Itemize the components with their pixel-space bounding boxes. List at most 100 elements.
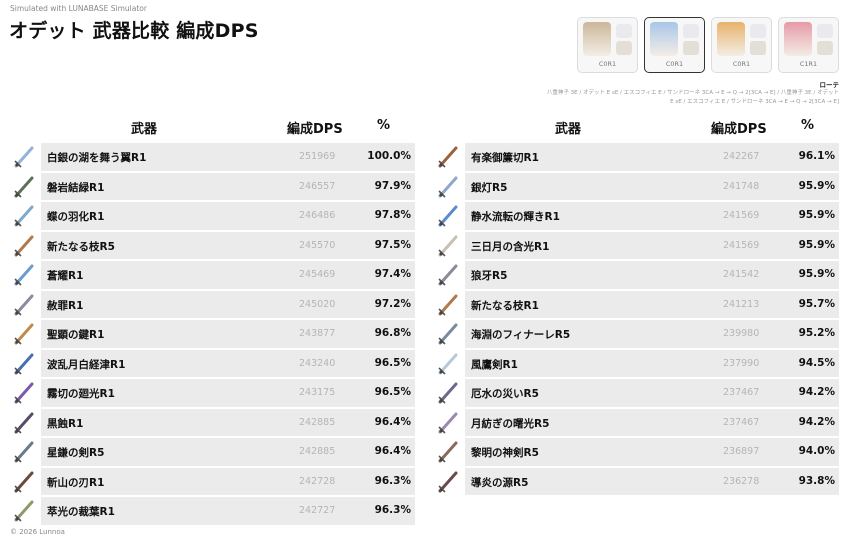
table-row: 白銀の湖を舞う翼R1 251969 100.0%	[11, 142, 415, 172]
dps-percent: 97.2%	[374, 297, 411, 310]
team-dps-value: 245020	[299, 298, 336, 310]
team-dps-value: 241748	[723, 180, 760, 192]
team-dps-value: 246557	[299, 180, 336, 192]
dps-percent: 97.8%	[374, 209, 411, 221]
team-dps-value: 237467	[723, 387, 760, 398]
weapon-name: 銀灯R5	[471, 181, 508, 194]
table-row: 蒼耀R1 245469 97.4%	[11, 260, 415, 290]
rotation-text: 八重神子 3E / オデット E sE / エスコフィエ E / サンドローネ …	[529, 89, 839, 107]
artifact-icon	[683, 41, 699, 55]
team-member-card[interactable]: C0R1	[644, 17, 705, 73]
weapon-icon	[750, 24, 766, 38]
table-body: 白銀の湖を舞う翼R1 251969 100.0% 磐岩結緑R1 246557 97.9% 蝶…	[11, 142, 415, 526]
team-dps-value: 243877	[299, 328, 336, 339]
team-dps-value: 243175	[299, 387, 336, 398]
constellation-label: C1R1	[799, 60, 818, 68]
character-portrait-icon	[784, 22, 812, 56]
dps-percent: 100.0%	[367, 150, 411, 162]
weapon-icon	[11, 174, 37, 200]
table-row: 銀灯R5 241748 95.9%	[435, 172, 839, 202]
dps-percent: 95.9%	[798, 179, 835, 192]
weapon-icon	[435, 262, 461, 288]
weapon-icon	[11, 292, 37, 318]
constellation-label: C0R1	[732, 60, 751, 68]
rotation-label: ローテ	[819, 81, 840, 89]
dps-percent: 97.9%	[374, 179, 411, 192]
table-row: 新たなる枝R1 241213 95.7%	[435, 290, 839, 320]
simulator-credit: Simulated with LUNABASE Simulator	[10, 4, 147, 13]
team-member-card[interactable]: C1R1	[778, 17, 839, 73]
weapon-icon	[435, 351, 461, 377]
table-row: 星鎌の剣R5 242885 96.4%	[11, 437, 415, 467]
table-row: 導炎の源R5 236278 93.8%	[435, 467, 839, 497]
constellation-label: C0R1	[665, 60, 684, 68]
character-portrait-icon	[717, 22, 745, 56]
dps-percent: 97.4%	[374, 268, 411, 280]
dps-percent: 94.0%	[798, 445, 835, 457]
team-dps-value: 242727	[299, 505, 336, 516]
table-row: 霧切の廻光R1 243175 96.5%	[11, 378, 415, 408]
weapon-name: 蒼耀R1	[47, 270, 84, 282]
table-row: 黎明の神剣R5 236897 94.0%	[435, 437, 839, 467]
dps-percent: 96.8%	[374, 327, 411, 339]
artifact-icon	[817, 41, 833, 55]
table-row: 斬山の刃R1 242728 96.3%	[11, 467, 415, 497]
weapon-icon	[11, 321, 37, 347]
weapon-icon	[11, 144, 37, 170]
dps-percent: 95.7%	[798, 297, 835, 310]
table-row: 赦罪R1 245020 97.2%	[11, 290, 415, 320]
team-dps-value: 236278	[723, 475, 760, 487]
weapon-icon	[11, 498, 37, 524]
weapon-name: 斬山の刃R1	[47, 476, 105, 489]
table-row: 月紡ぎの曙光R5 237467 94.2%	[435, 408, 839, 438]
weapon-name: 蝶の羽化R1	[47, 211, 105, 223]
table-row: 黒蝕R1 242885 96.4%	[11, 408, 415, 438]
team-member-card[interactable]: C0R1	[577, 17, 638, 73]
column-header-dps: 編成DPS	[287, 122, 343, 137]
weapon-name: 三日月の含光R1	[471, 240, 550, 253]
constellation-label: C0R1	[598, 60, 617, 68]
dps-percent: 96.3%	[374, 474, 411, 487]
weapon-icon	[435, 380, 461, 406]
weapon-icon	[435, 410, 461, 436]
dps-percent: 95.2%	[798, 327, 835, 339]
table-row: 蝶の羽化R1 246486 97.8%	[11, 201, 415, 231]
weapon-icon	[11, 351, 37, 377]
row-background	[465, 172, 839, 200]
column-header-percent: %	[377, 118, 391, 133]
artifact-icon	[750, 41, 766, 55]
weapon-name: 厄水の災いR5	[471, 388, 539, 400]
table-row: 海淵のフィナーレR5 239980 95.2%	[435, 319, 839, 349]
team-member-card[interactable]: C0R1	[711, 17, 772, 73]
weapon-icon	[11, 233, 37, 259]
table-header: 武器 編成DPS %	[435, 114, 839, 142]
table-row: 磐岩結緑R1 246557 97.9%	[11, 172, 415, 202]
weapon-name: 聖顕の鍵R1	[47, 329, 105, 341]
team-dps-value: 241213	[723, 298, 760, 310]
weapon-name: 導炎の源R5	[471, 476, 529, 489]
weapon-name: 新たなる枝R1	[471, 299, 539, 312]
weapon-icon	[435, 203, 461, 229]
table-row: 萃光の裁葉R1 242727 96.3%	[11, 496, 415, 526]
team-dps-value: 241542	[723, 269, 760, 280]
weapon-name: 有楽御簾切R1	[471, 152, 539, 164]
rotation-line-1: 八重神子 3E / オデット E sE / エスコフィエ E / サンドローネ …	[546, 90, 839, 96]
team-dps-value: 236897	[723, 446, 760, 457]
artifact-icon	[616, 41, 632, 55]
dps-percent: 94.5%	[798, 356, 835, 369]
weapon-icon	[683, 24, 699, 38]
dps-percent: 93.8%	[798, 474, 835, 487]
row-background	[465, 349, 839, 377]
team-dps-value: 243240	[299, 357, 336, 369]
row-background	[41, 290, 415, 318]
team-dps-value: 242885	[299, 446, 336, 457]
character-portrait-icon	[583, 22, 611, 56]
weapon-name: 黎明の神剣R5	[471, 447, 539, 459]
dps-percent: 96.5%	[374, 386, 411, 398]
dps-percent: 96.1%	[798, 150, 835, 162]
weapon-name: 月紡ぎの曙光R5	[471, 417, 550, 430]
dps-percent: 94.2%	[798, 386, 835, 398]
table-body: 有楽御簾切R1 242267 96.1% 銀灯R5 241748 95.9% 静水流転の輝き…	[435, 142, 839, 496]
dps-percent: 96.4%	[374, 415, 411, 428]
dps-percent: 96.3%	[374, 504, 411, 516]
